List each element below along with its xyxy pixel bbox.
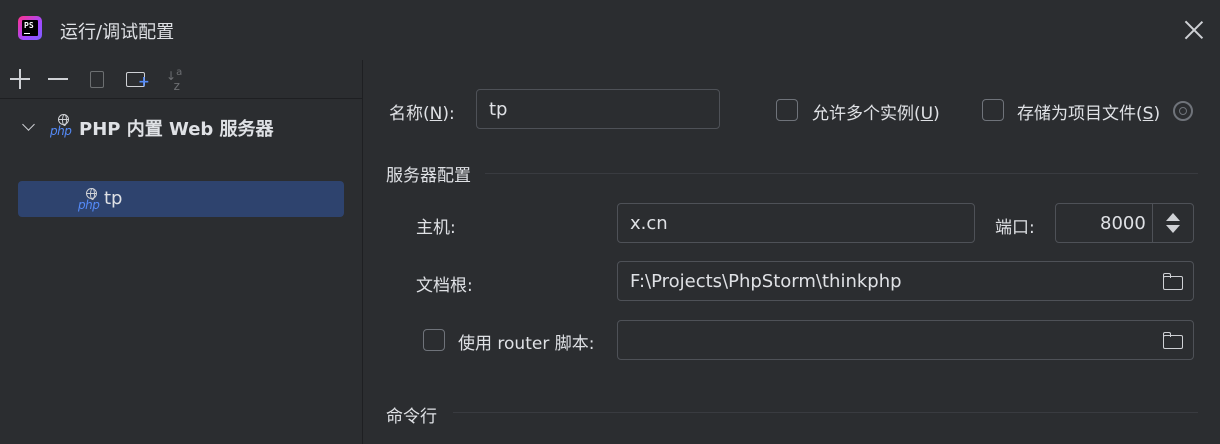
sidebar-toolbar: ↓a z xyxy=(0,60,362,99)
document-root-input[interactable]: F:\Projects\PhpStorm\thinkphp xyxy=(617,261,1194,301)
new-folder-icon[interactable] xyxy=(125,68,150,90)
store-as-project-file-label[interactable]: 存储为项目文件(S) xyxy=(1017,99,1160,124)
gear-icon[interactable] xyxy=(1173,101,1193,121)
section-divider xyxy=(485,173,1198,174)
allow-multiple-instances-checkbox[interactable] xyxy=(776,99,798,121)
server-config-section-title: 服务器配置 xyxy=(386,166,471,186)
logo-text: PS xyxy=(24,21,34,30)
copy-configuration-icon[interactable] xyxy=(86,68,108,90)
window-title: 运行/调试配置 xyxy=(60,22,175,43)
add-configuration-icon[interactable] xyxy=(9,68,31,90)
use-router-script-checkbox[interactable] xyxy=(423,329,445,351)
title-bar: PS 运行/调试配置 xyxy=(0,0,1220,60)
configuration-form: 名称(N): tp 允许多个实例(U) 存储为项目文件(S) 服务器配置 主机:… xyxy=(363,60,1220,444)
tree-item-label: tp xyxy=(104,188,123,209)
router-script-input[interactable] xyxy=(617,320,1194,360)
document-root-label: 文档根: xyxy=(416,276,473,296)
php-web-server-icon: php xyxy=(78,188,104,214)
port-input-value: 8000 xyxy=(1100,213,1146,234)
section-divider xyxy=(453,412,1198,413)
use-router-script-label[interactable]: 使用 router 脚本: xyxy=(458,329,594,354)
document-root-value: F:\Projects\PhpStorm\thinkphp xyxy=(630,271,902,292)
arrow-up-icon[interactable] xyxy=(1166,213,1180,221)
name-label: 名称(N): xyxy=(389,104,455,124)
browse-folder-icon[interactable] xyxy=(1163,332,1185,350)
tree-group-php-builtin-server[interactable]: php PHP 内置 Web 服务器 xyxy=(0,108,362,144)
close-icon[interactable] xyxy=(1184,20,1204,40)
configurations-sidebar: ↓a z php PHP 内置 Web 服务器 php tp xyxy=(0,60,363,444)
chevron-down-icon[interactable] xyxy=(22,118,35,131)
command-line-section-title: 命令行 xyxy=(386,407,437,427)
remove-configuration-icon[interactable] xyxy=(47,68,69,90)
host-input-value: x.cn xyxy=(630,213,668,234)
phpstorm-logo-icon: PS xyxy=(18,16,42,40)
sort-icon[interactable]: ↓a z xyxy=(166,68,188,93)
php-icon-text: php xyxy=(50,124,72,138)
browse-folder-icon[interactable] xyxy=(1163,273,1185,291)
tree-item-tp[interactable]: php tp xyxy=(18,181,344,217)
port-input[interactable]: 8000 xyxy=(1055,203,1194,243)
name-input-value: tp xyxy=(489,99,508,120)
php-web-server-icon: php xyxy=(50,114,76,140)
name-input[interactable]: tp xyxy=(476,89,720,129)
host-label: 主机: xyxy=(416,218,456,238)
tree-group-label: PHP 内置 Web 服务器 xyxy=(79,119,274,140)
allow-multiple-instances-label[interactable]: 允许多个实例(U) xyxy=(812,99,940,124)
port-label: 端口: xyxy=(995,218,1035,238)
php-icon-text: php xyxy=(78,198,100,212)
port-spinner[interactable] xyxy=(1152,204,1193,242)
host-input[interactable]: x.cn xyxy=(617,203,975,243)
arrow-down-icon[interactable] xyxy=(1166,225,1180,233)
store-as-project-file-checkbox[interactable] xyxy=(982,99,1004,121)
